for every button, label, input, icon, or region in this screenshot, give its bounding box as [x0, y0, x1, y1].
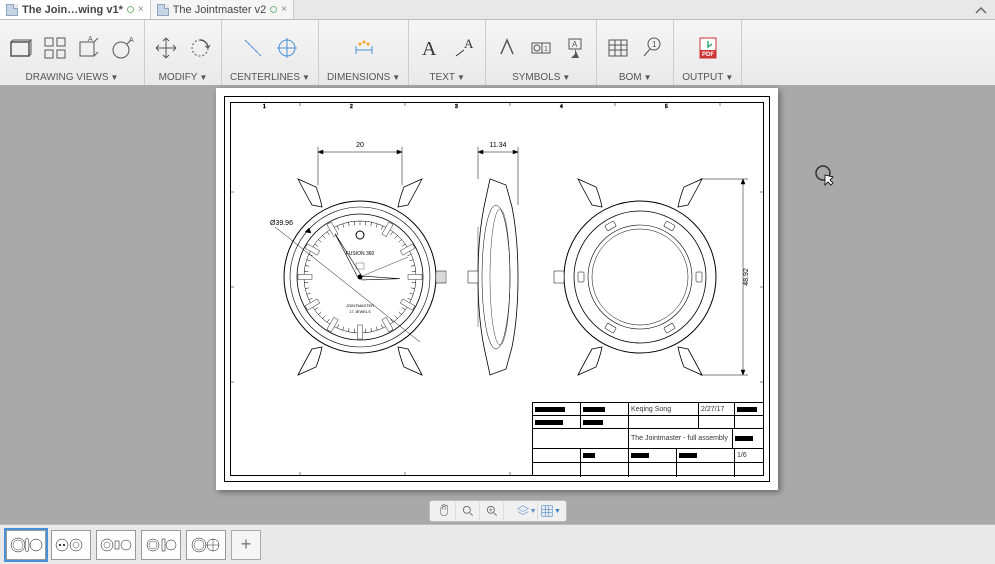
ribbon-group-label[interactable]: TEXT▼: [429, 72, 464, 83]
sheet-thumb-1[interactable]: [6, 530, 46, 560]
view-nav-toolbar: ▼ ▼: [429, 500, 567, 522]
svg-text:4: 4: [560, 104, 563, 110]
dial-sub1: JOINTMASTER: [346, 303, 374, 308]
ribbon-group-symbols: 1 A SYMBOLS▼: [486, 20, 597, 85]
svg-text:1: 1: [263, 104, 266, 110]
center-mark-icon[interactable]: [274, 35, 300, 61]
layers-icon[interactable]: ▼: [516, 502, 538, 520]
drawing-doc-icon: [6, 4, 18, 16]
status-dot-icon: [270, 6, 277, 13]
svg-text:A: A: [422, 38, 437, 60]
svg-text:5: 5: [665, 104, 668, 110]
dimension-icon[interactable]: [351, 35, 377, 61]
tab-jointmaster-v2[interactable]: The Jointmaster v2 ×: [151, 0, 294, 19]
pan-icon[interactable]: [434, 502, 456, 520]
close-tab-icon[interactable]: ×: [281, 4, 287, 15]
dial-brand: FUSION 360: [346, 251, 375, 257]
ribbon-group-label[interactable]: OUTPUT▼: [682, 72, 733, 83]
section-view-icon[interactable]: A: [76, 35, 102, 61]
status-dot-icon: [127, 6, 134, 13]
drawing-sheet: 1 2 3 4 5: [216, 88, 778, 490]
balloon-icon[interactable]: 1: [639, 35, 665, 61]
svg-text:A: A: [572, 40, 578, 49]
title-block-project: The Jointmaster - full assembly: [631, 435, 728, 442]
title-block-scale: 1/6: [737, 452, 747, 459]
dimension-width: 20: [356, 142, 364, 149]
zoom-window-icon[interactable]: [482, 502, 504, 520]
ribbon-group-label[interactable]: CENTERLINES▼: [230, 72, 310, 83]
ribbon-group-modify: MODIFY▼: [145, 20, 222, 85]
svg-text:1: 1: [652, 40, 657, 49]
leader-text-icon[interactable]: A: [451, 35, 477, 61]
rotate-icon[interactable]: [187, 35, 213, 61]
sheet-thumb-2[interactable]: [51, 530, 91, 560]
base-view-icon[interactable]: [8, 35, 34, 61]
centerline-icon[interactable]: [240, 35, 266, 61]
sheet-thumb-3[interactable]: [96, 530, 136, 560]
title-block: Keqing Song 2/27/17 The Jointmaster - fu…: [532, 402, 764, 476]
svg-text:A: A: [129, 37, 134, 44]
tab-drawing-v1[interactable]: The Join…wing v1* ×: [0, 0, 151, 19]
sheet-thumb-5[interactable]: [186, 530, 226, 560]
detail-view-icon[interactable]: A: [110, 35, 136, 61]
ribbon-group-bom: 1 BOM▼: [597, 20, 674, 85]
tab-label: The Join…wing v1*: [22, 4, 123, 16]
svg-text:2: 2: [350, 104, 353, 110]
dimension-thickness: 11.34: [490, 142, 507, 149]
ribbon-group-dimensions: DIMENSIONS▼: [319, 20, 409, 85]
ribbon-group-output: PDF OUTPUT▼: [674, 20, 742, 85]
feature-control-icon[interactable]: 1: [528, 35, 554, 61]
sheet-thumb-4[interactable]: [141, 530, 181, 560]
ribbon-group-label[interactable]: DIMENSIONS▼: [327, 72, 400, 83]
projected-view-icon[interactable]: [42, 35, 68, 61]
ribbon-toolbar: A A DRAWING VIEWS▼ MODIFY▼: [0, 20, 995, 86]
move-icon[interactable]: [153, 35, 179, 61]
sheet-tab-bar: +: [0, 524, 995, 564]
title-block-date: 2/27/17: [701, 406, 724, 413]
tab-bar: The Join…wing v1* × The Jointmaster v2 ×: [0, 0, 995, 20]
ribbon-group-label[interactable]: BOM▼: [619, 72, 652, 83]
table-icon[interactable]: [605, 35, 631, 61]
text-icon[interactable]: A: [417, 35, 443, 61]
title-block-author: Keqing Song: [631, 406, 671, 413]
close-tab-icon[interactable]: ×: [138, 4, 144, 15]
model-doc-icon: [157, 4, 169, 16]
ribbon-group-text: A A TEXT▼: [409, 20, 486, 85]
dimension-diameter: Ø39.96: [270, 220, 293, 227]
svg-text:3: 3: [455, 104, 458, 110]
svg-text:A: A: [464, 36, 474, 51]
svg-text:PDF: PDF: [702, 52, 714, 58]
pdf-icon[interactable]: PDF: [695, 35, 721, 61]
datum-icon[interactable]: A: [562, 35, 588, 61]
grid-display-icon[interactable]: ▼: [540, 502, 562, 520]
dimension-height: 48.92: [743, 268, 750, 286]
ribbon-group-label[interactable]: SYMBOLS▼: [512, 72, 570, 83]
svg-text:1: 1: [544, 46, 548, 53]
add-sheet-button[interactable]: +: [231, 530, 261, 560]
ribbon-group-drawing-views: A A DRAWING VIEWS▼: [0, 20, 145, 85]
ribbon-group-label[interactable]: DRAWING VIEWS▼: [26, 72, 119, 83]
ribbon-group-centerlines: CENTERLINES▼: [222, 20, 319, 85]
surface-finish-icon[interactable]: [494, 35, 520, 61]
dial-sub2: 17 JEWELS: [349, 309, 371, 314]
drawing-canvas[interactable]: 1 2 3 4 5: [0, 86, 995, 500]
tab-label: The Jointmaster v2: [173, 4, 267, 16]
expand-ribbon-icon[interactable]: [967, 0, 995, 19]
zoom-icon[interactable]: [458, 502, 480, 520]
svg-text:A: A: [88, 36, 93, 43]
ribbon-group-label[interactable]: MODIFY▼: [159, 72, 208, 83]
